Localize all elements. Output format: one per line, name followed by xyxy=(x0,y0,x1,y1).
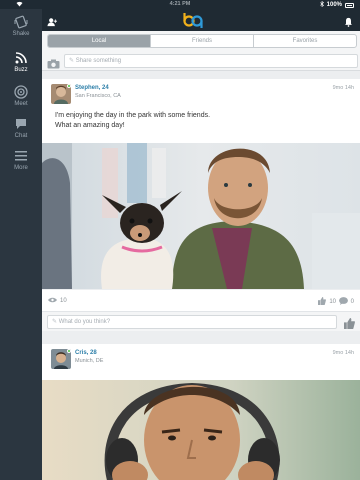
post-header: Cris, 28 Munich, DE 9mo 14h xyxy=(42,344,360,372)
post-card: Cris, 28 Munich, DE 9mo 14h xyxy=(42,344,360,480)
views-count: 10 xyxy=(60,298,67,304)
sidebar: Shake Buzz Meet Chat More xyxy=(0,9,42,480)
share-input[interactable]: ✎ Share something xyxy=(64,54,358,68)
battery-percent: 100% xyxy=(326,2,342,8)
top-bar xyxy=(42,9,360,31)
sidebar-item-more[interactable]: More xyxy=(0,147,42,179)
post-location: San Francisco, CA xyxy=(75,93,121,99)
avatar[interactable] xyxy=(51,349,71,369)
sidebar-label-meet: Meet xyxy=(14,101,28,107)
post-author[interactable]: Cris, 28 xyxy=(75,350,97,356)
post-photo[interactable] xyxy=(42,380,360,480)
online-status-dot xyxy=(67,84,71,88)
tab-favorites[interactable]: Favorites xyxy=(254,35,356,47)
target-icon xyxy=(14,85,28,99)
bluetooth-icon xyxy=(319,0,324,9)
post-header: Stephen, 24 San Francisco, CA 9mo 14h xyxy=(42,79,360,107)
avatar[interactable] xyxy=(51,84,71,104)
share-placeholder: Share something xyxy=(75,58,122,64)
views-counter: 10 xyxy=(48,297,67,305)
sidebar-item-chat[interactable]: Chat xyxy=(0,115,42,147)
post-location: Munich, DE xyxy=(75,358,104,364)
post-photo[interactable] xyxy=(42,143,360,289)
pencil-icon: ✎ xyxy=(52,319,58,325)
post-time: 9mo 14h xyxy=(332,85,354,91)
thumbs-up-icon xyxy=(318,297,327,307)
post-author[interactable]: Stephen, 24 xyxy=(75,85,109,91)
pencil-icon: ✎ xyxy=(69,58,75,64)
chat-bubble-icon xyxy=(14,117,28,131)
post-actions: 10 10 0 xyxy=(42,289,360,311)
rss-icon xyxy=(14,51,28,65)
comment-input[interactable]: ✎ What do you think? xyxy=(47,315,337,329)
eye-icon xyxy=(48,297,57,305)
add-user-icon[interactable] xyxy=(47,14,57,32)
sidebar-label-shake: Shake xyxy=(12,31,30,37)
sidebar-item-buzz[interactable]: Buzz xyxy=(0,49,42,81)
comments-button[interactable]: 0 xyxy=(338,297,354,307)
battery-icon xyxy=(345,2,354,8)
feed-filter-tabs: Local Friends Favorites xyxy=(47,34,357,48)
share-bar: ✎ Share something xyxy=(42,51,360,71)
post-text-line: What an amazing day! xyxy=(55,122,125,129)
sidebar-item-shake[interactable]: Shake xyxy=(0,13,42,45)
quick-like-thumbs-up-icon[interactable] xyxy=(344,316,355,334)
comment-bubble-icon xyxy=(338,297,348,307)
menu-icon xyxy=(14,149,28,163)
sidebar-label-chat: Chat xyxy=(14,133,28,139)
likes-count: 10 xyxy=(329,299,336,305)
notifications-bell-icon[interactable] xyxy=(344,14,353,32)
comments-count: 0 xyxy=(350,299,354,305)
post-card: Stephen, 24 San Francisco, CA 9mo 14h I'… xyxy=(42,79,360,331)
tab-local[interactable]: Local xyxy=(48,35,151,47)
status-bar: 4:21 PM 100% xyxy=(0,0,360,9)
status-battery: 100% xyxy=(319,0,354,9)
post-text-line: I'm enjoying the day in the park with so… xyxy=(55,112,211,119)
sidebar-label-more: More xyxy=(14,165,28,171)
sidebar-label-buzz: Buzz xyxy=(14,67,28,73)
online-status-dot xyxy=(67,349,71,353)
status-time: 4:21 PM xyxy=(169,1,191,7)
post-time: 9mo 14h xyxy=(332,350,354,356)
camera-icon[interactable] xyxy=(47,56,60,74)
shake-icon xyxy=(14,15,28,29)
post-text: I'm enjoying the day in the park with so… xyxy=(42,107,360,143)
tab-friends[interactable]: Friends xyxy=(151,35,254,47)
like-button[interactable]: 10 xyxy=(318,297,336,307)
comment-bar: ✎ What do you think? xyxy=(42,311,360,331)
comment-placeholder: What do you think? xyxy=(58,319,111,325)
app-logo-icon xyxy=(182,11,204,29)
feed-filter-bar: Local Friends Favorites xyxy=(42,31,360,51)
sidebar-item-meet[interactable]: Meet xyxy=(0,83,42,115)
